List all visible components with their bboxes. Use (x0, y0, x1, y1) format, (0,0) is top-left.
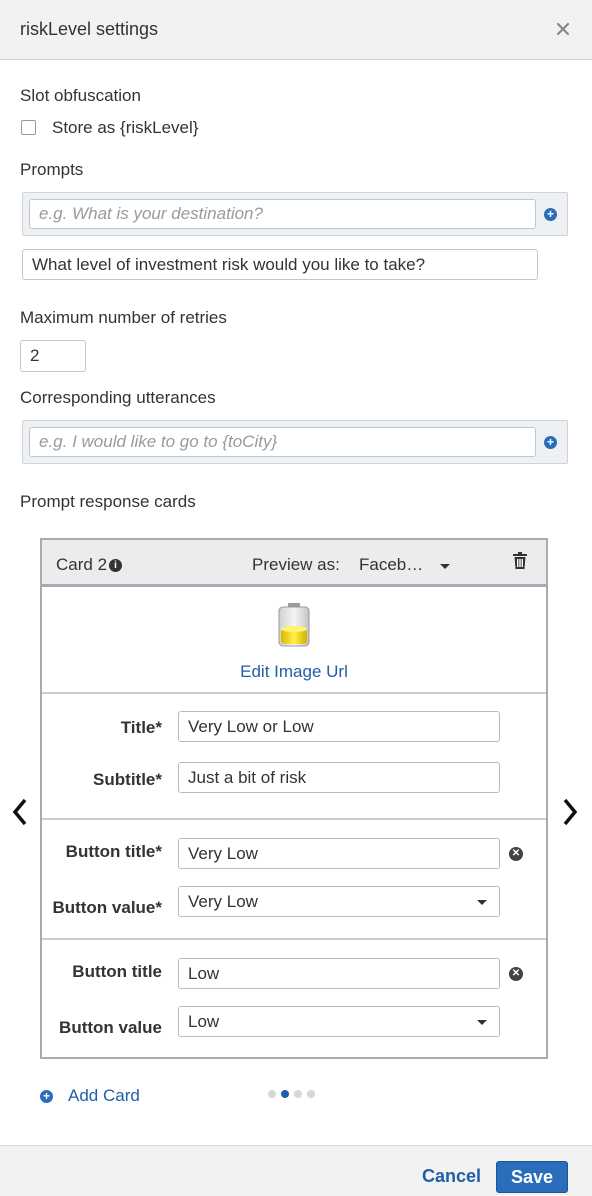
preview-platform-select[interactable]: Faceb… (359, 555, 423, 575)
battery-icon (277, 602, 311, 648)
card-button-section: Button title* Very Low ✕ Button value* V… (42, 820, 546, 940)
button-value-selected: Low (188, 1011, 220, 1031)
add-card-button[interactable]: + Add Card (40, 1086, 140, 1106)
previous-card-arrow-icon[interactable] (12, 798, 28, 826)
close-icon[interactable] (556, 18, 570, 40)
trash-icon[interactable] (513, 552, 527, 570)
card-name: Card 2 (56, 555, 108, 574)
dialog-footer: Cancel Save (0, 1145, 592, 1196)
button-title-label: Button title (72, 962, 162, 981)
prompt-item[interactable]: What level of investment risk would you … (22, 249, 538, 280)
response-card: Card 2 i Preview as: Faceb… Edit Image U… (40, 538, 548, 1059)
max-retries-label: Maximum number of retries (20, 308, 227, 327)
button-value-selected: Very Low (188, 891, 258, 911)
remove-button-icon[interactable]: ✕ (509, 967, 523, 981)
card-subtitle-input[interactable]: Just a bit of risk (178, 762, 500, 793)
add-utterance-icon[interactable]: + (544, 436, 557, 449)
prompts-label: Prompts (20, 160, 84, 179)
dialog-title: riskLevel settings (20, 19, 159, 39)
button-value-label: Button value (59, 1018, 162, 1037)
button-title-label: Button title* (65, 842, 162, 861)
button-value-select[interactable]: Low (178, 1006, 500, 1037)
card-header: Card 2 i Preview as: Faceb… (42, 540, 546, 587)
new-prompt-input[interactable] (29, 199, 536, 229)
plus-circle-icon: + (40, 1089, 53, 1103)
slot-obfuscation-label: Slot obfuscation (20, 86, 141, 105)
next-card-arrow-icon[interactable] (562, 798, 578, 826)
store-as-checkbox[interactable] (21, 120, 36, 135)
store-as-checkbox-label[interactable]: Store as {riskLevel} (52, 118, 198, 138)
card-subtitle-label: Subtitle* (93, 770, 162, 789)
pagination-dot[interactable] (268, 1090, 276, 1098)
cancel-button[interactable]: Cancel (422, 1166, 481, 1187)
preview-as-label: Preview as: (252, 555, 340, 574)
button-title-input[interactable]: Low (178, 958, 500, 989)
response-cards-label: Prompt response cards (20, 492, 196, 511)
card-button-section: Button title Low ✕ Button value Low (42, 940, 546, 1057)
pagination-dot[interactable] (307, 1090, 315, 1098)
utterance-input[interactable] (29, 427, 536, 457)
info-icon[interactable]: i (109, 559, 122, 572)
pagination-dot[interactable] (294, 1090, 302, 1098)
button-title-input[interactable]: Very Low (178, 838, 500, 869)
edit-image-url-link[interactable]: Edit Image Url (42, 662, 546, 682)
remove-button-icon[interactable]: ✕ (509, 847, 523, 861)
card-text-section: Title* Very Low or Low Subtitle* Just a … (42, 694, 546, 820)
max-retries-input[interactable]: 2 (20, 340, 86, 372)
card-title-label: Title* (120, 718, 162, 737)
save-button[interactable]: Save (496, 1161, 568, 1193)
add-card-label: Add Card (68, 1086, 140, 1105)
new-prompt-group: + (22, 192, 568, 236)
button-value-select[interactable]: Very Low (178, 886, 500, 917)
chevron-down-icon[interactable] (440, 564, 450, 569)
dialog-header: riskLevel settings (0, 0, 592, 60)
card-image-section: Edit Image Url (42, 590, 546, 694)
add-prompt-icon[interactable]: + (544, 208, 557, 221)
pagination-dot[interactable] (281, 1090, 289, 1098)
button-value-label: Button value* (52, 898, 162, 917)
utterances-label: Corresponding utterances (20, 388, 216, 407)
chevron-down-icon[interactable] (477, 900, 487, 905)
card-title-input[interactable]: Very Low or Low (178, 711, 500, 742)
utterances-group: + (22, 420, 568, 464)
chevron-down-icon[interactable] (477, 1020, 487, 1025)
card-pagination (268, 1090, 315, 1098)
